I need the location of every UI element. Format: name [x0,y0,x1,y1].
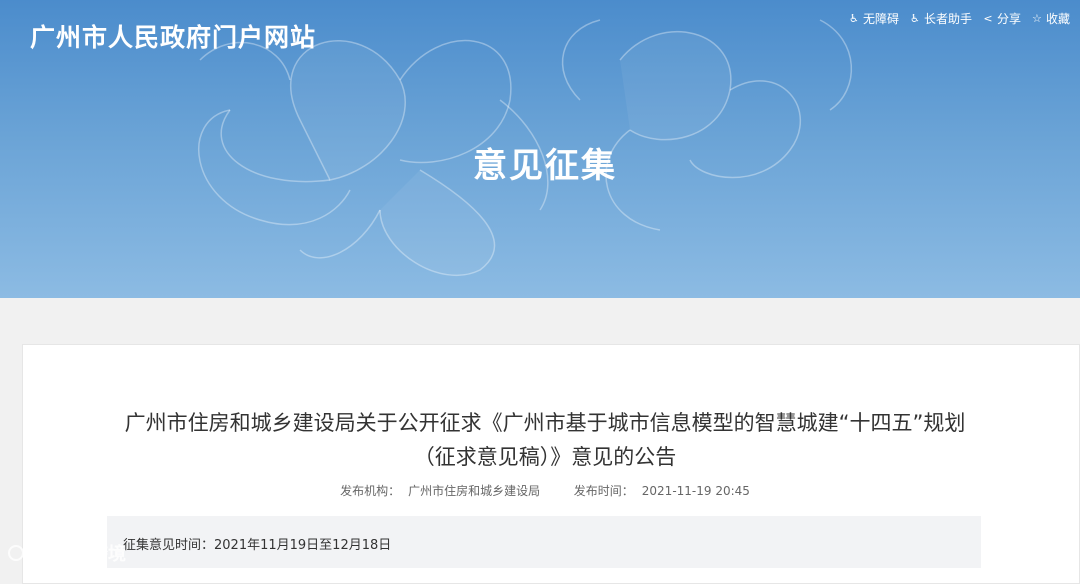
article-meta: 发布机构： 广州市住房和城乡建设局 发布时间： 2021-11-19 20:45 [0,482,1080,499]
star-icon: ☆ [1032,11,1042,25]
publisher-label: 发布机构： [340,484,401,498]
comment-period-label: 征集意见时间： [123,538,215,553]
comment-period: 征集意见时间：2021年11月19日至12月18日 [123,534,391,553]
publisher-value: 广州市住房和城乡建设局 [408,484,541,498]
elder-helper-icon: ♿ [910,11,920,25]
article-title-line1: 广州市住房和城乡建设局关于公开征求《广州市基于城市信息模型的智慧城建“十四五”规… [124,411,966,435]
accessibility-label: 无障碍 [862,12,899,26]
comment-period-value: 2021年11月19日至12月18日 [214,538,392,553]
article-title: 广州市住房和城乡建设局关于公开征求《广州市基于城市信息模型的智慧城建“十四五”规… [0,406,1080,474]
accessibility-icon: ♿ [849,11,859,25]
header-toolbar: ♿ 无障碍 ♿ 长者助手 < 分享 ☆ 收藏 [848,10,1070,27]
watermark: 大数跨境 [6,540,126,566]
comment-period-box: 征集意见时间：2021年11月19日至12月18日 [107,516,981,568]
site-title[interactable]: 广州市人民政府门户网站 [30,18,316,54]
share-label: 分享 [996,12,1021,26]
watermark-text: 大数跨境 [54,544,126,565]
share-icon: < [983,11,993,25]
header-banner: 广州市人民政府门户网站 ♿ 无障碍 ♿ 长者助手 < 分享 ☆ 收藏 意见征集 [0,0,1080,298]
favorite-button[interactable]: ☆ 收藏 [1031,10,1070,27]
section-title: 意见征集 [473,146,617,186]
watermark-logo-icon [8,545,48,561]
elder-helper-label: 长者助手 [923,12,972,26]
publish-time-label: 发布时间： [573,484,634,498]
article-title-line2: （征求意见稿）》意见的公告 [413,445,677,469]
favorite-label: 收藏 [1045,12,1070,26]
accessibility-button[interactable]: ♿ 无障碍 [848,10,899,27]
elder-helper-button[interactable]: ♿ 长者助手 [909,10,972,27]
publish-time-value: 2021-11-19 20:45 [641,484,750,498]
share-button[interactable]: < 分享 [982,10,1021,27]
